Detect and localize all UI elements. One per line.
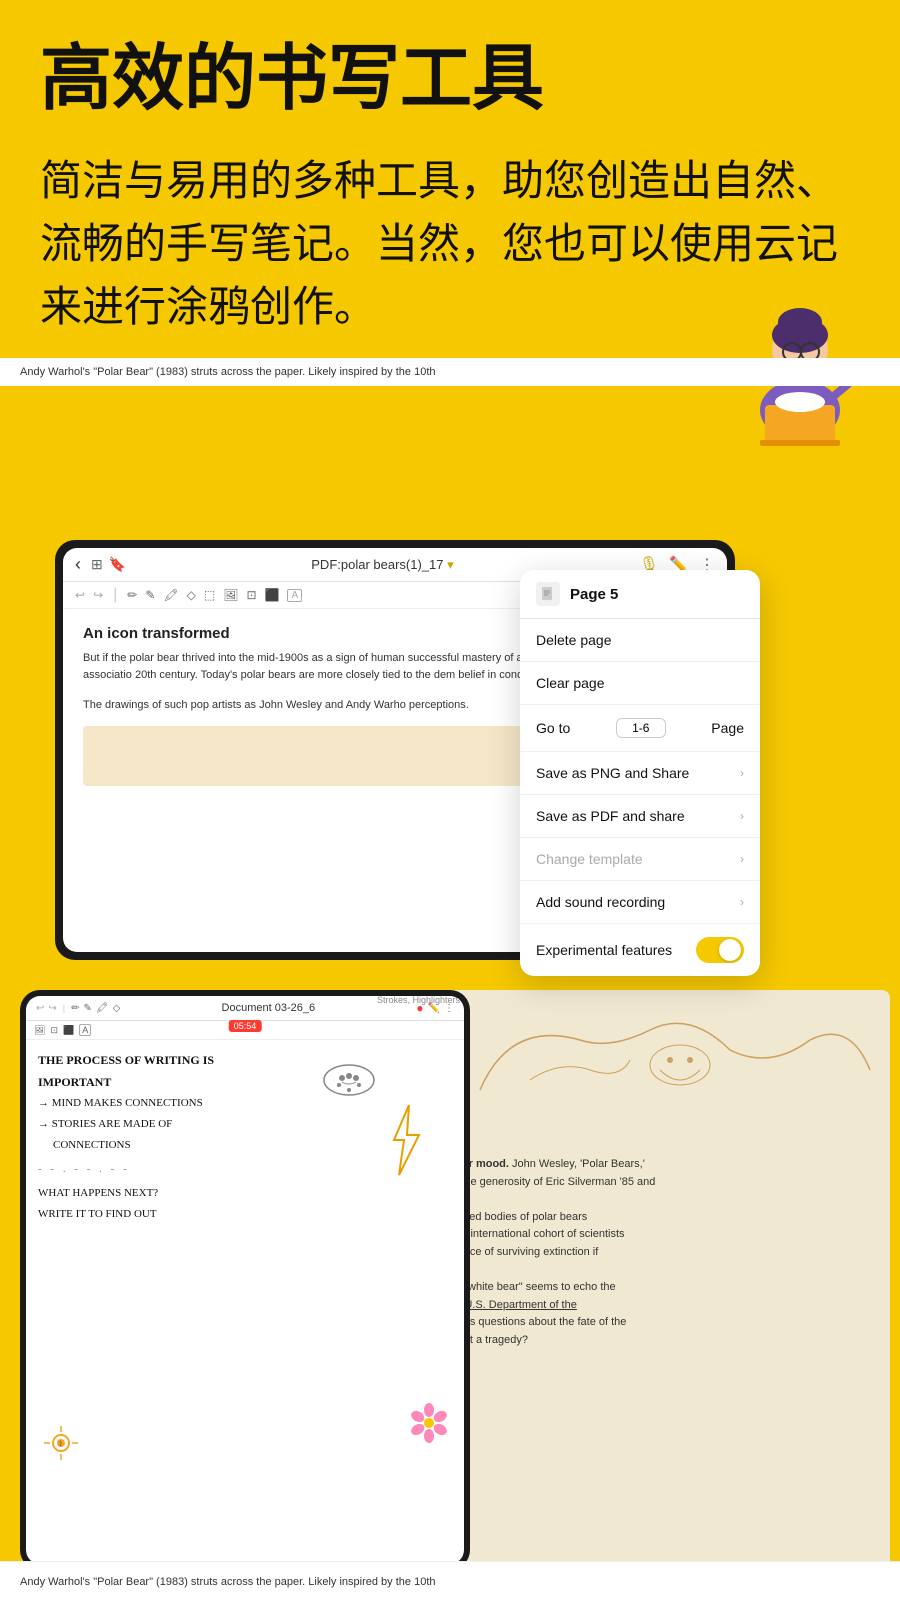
hero-title: 高效的书写工具 — [40, 40, 860, 119]
small-pencil[interactable]: ✎ — [84, 1003, 92, 1014]
doc-text-2: gh the generosity of Eric Silverman '85 … — [446, 1174, 874, 1192]
doc-text-4: r, an international cohort of scientists — [446, 1226, 874, 1244]
bottom-bar: Andy Warhol's "Polar Bear" (1983) struts… — [0, 1561, 900, 1600]
chevron-icon-3: › — [740, 852, 744, 866]
handwriting-line-1: THE PROCESS OF WRITING IS — [38, 1050, 452, 1072]
small-img[interactable]: 🖼 — [34, 1025, 45, 1036]
eraser-tool[interactable]: ◇ — [187, 588, 196, 602]
small-device: ↩ ↪ | ✏ ✎ 🖍 ◇ Document 03-26_6 ● ✏️ ⋮ 🖼 … — [20, 990, 470, 1570]
goto-input[interactable] — [616, 718, 666, 738]
image-tool[interactable]: 🖼 — [223, 588, 238, 602]
doc-text-7: the U.S. Department of the — [446, 1297, 874, 1315]
clear-page-item[interactable]: Clear page — [520, 662, 760, 705]
bottom-bar-text: Andy Warhol's "Polar Bear" (1983) struts… — [20, 1576, 436, 1588]
chevron-icon-2: › — [740, 809, 744, 823]
goto-item: Go to Page — [520, 705, 760, 752]
experimental-features-item[interactable]: Experimental features — [520, 924, 760, 976]
highlighter-tool[interactable]: 🖍 — [163, 588, 178, 602]
small-highlight[interactable]: 🖍 — [96, 1003, 109, 1014]
delete-page-item[interactable]: Delete page — [520, 619, 760, 662]
bear-sketch — [430, 990, 890, 1140]
page-label: Page 5 — [570, 586, 618, 603]
doc-text-8: raises questions about the fate of the — [446, 1314, 874, 1332]
toolbar-layout-icons: ⊞ 🔖 — [91, 556, 126, 573]
handwriting-line-7: WHAT HAPPENS NEXT? — [38, 1183, 452, 1204]
small-eraser[interactable]: ◇ — [113, 1003, 121, 1014]
handwriting-content: :) — [26, 1040, 464, 1548]
doc-panel: mber mood. John Wesley, 'Polar Bears,' g… — [430, 990, 890, 1570]
character-illustration — [710, 250, 890, 450]
strokes-label: Strokes, Highlighters — [377, 996, 460, 1005]
text-box-tool[interactable]: ⊡ — [246, 588, 256, 602]
small-pen[interactable]: ✏ — [71, 1003, 79, 1014]
chevron-icon-4: › — [740, 895, 744, 909]
back-button[interactable]: ‹ — [75, 554, 81, 575]
add-sound-item[interactable]: Add sound recording › — [520, 881, 760, 924]
goto-label: Go to — [536, 720, 570, 736]
save-pdf-label: Save as PDF and share — [536, 808, 685, 824]
small-device-inner: ↩ ↪ | ✏ ✎ 🖍 ◇ Document 03-26_6 ● ✏️ ⋮ 🖼 … — [26, 996, 464, 1564]
small-sh[interactable]: ⬛ — [63, 1025, 74, 1036]
save-png-label: Save as PNG and Share — [536, 765, 689, 781]
grid-icon[interactable]: ⊞ — [91, 556, 103, 573]
handwriting-line-2: IMPORTANT — [38, 1072, 452, 1094]
small-redo[interactable]: ↪ — [48, 1003, 56, 1014]
small-undo[interactable]: ↩ — [36, 1003, 44, 1014]
doc-text-1: mber mood. John Wesley, 'Polar Bears,' — [446, 1156, 874, 1174]
redo-icon[interactable]: ↪ — [93, 588, 103, 602]
page-icon — [536, 582, 560, 606]
pen-tool[interactable]: ✏ — [127, 588, 137, 602]
change-template-item[interactable]: Change template › — [520, 838, 760, 881]
goto-page-word: Page — [711, 720, 744, 736]
experimental-toggle[interactable] — [696, 937, 744, 963]
small-tb[interactable]: ⊡ — [50, 1025, 58, 1036]
bottom-strip: Andy Warhol's "Polar Bear" (1983) struts… — [0, 358, 900, 386]
small-txt[interactable]: A — [79, 1024, 91, 1036]
change-template-label: Change template — [536, 851, 643, 867]
doc-content: mber mood. John Wesley, 'Polar Bears,' g… — [430, 1140, 890, 1366]
small-subbar: 🖼 ⊡ ⬛ A Strokes, Highlighters 05:54 — [26, 1021, 464, 1040]
doc-text-9: n fact a tragedy? — [446, 1332, 874, 1350]
small-doc-title[interactable]: Document 03-26_6 — [124, 1002, 412, 1014]
selection-tool[interactable]: ⬚ — [204, 588, 215, 602]
delete-page-label: Delete page — [536, 632, 612, 648]
doc-text-6: reat white bear" seems to echo the — [446, 1279, 874, 1297]
add-sound-label: Add sound recording — [536, 894, 665, 910]
text-tool[interactable]: A — [287, 589, 302, 602]
toggle-knob — [719, 939, 741, 961]
undo-icon[interactable]: ↩ — [75, 588, 85, 602]
clear-page-label: Clear page — [536, 675, 605, 691]
pencil-tool[interactable]: ✎ — [145, 588, 155, 602]
bottom-text: Andy Warhol's "Polar Bear" (1983) struts… — [20, 366, 436, 378]
svg-text::): :) — [58, 1441, 62, 1447]
save-png-item[interactable]: Save as PNG and Share › — [520, 752, 760, 795]
bookmark-icon[interactable]: 🔖 — [109, 556, 126, 573]
handwriting-line-8: WRITE IT TO FIND OUT — [38, 1204, 452, 1225]
experimental-label: Experimental features — [536, 942, 672, 958]
dropdown-header: Page 5 — [520, 570, 760, 619]
doc-text-5: chance of surviving extinction if — [446, 1244, 874, 1262]
chevron-icon: › — [740, 766, 744, 780]
timer-badge: 05:54 — [229, 1020, 262, 1032]
dropdown-menu: Page 5 Delete page Clear page Go to Page… — [520, 570, 760, 976]
doc-text-3: rtwined bodies of polar bears — [446, 1209, 874, 1227]
shape-tool[interactable]: ⬛ — [265, 588, 280, 602]
save-pdf-item[interactable]: Save as PDF and share › — [520, 795, 760, 838]
